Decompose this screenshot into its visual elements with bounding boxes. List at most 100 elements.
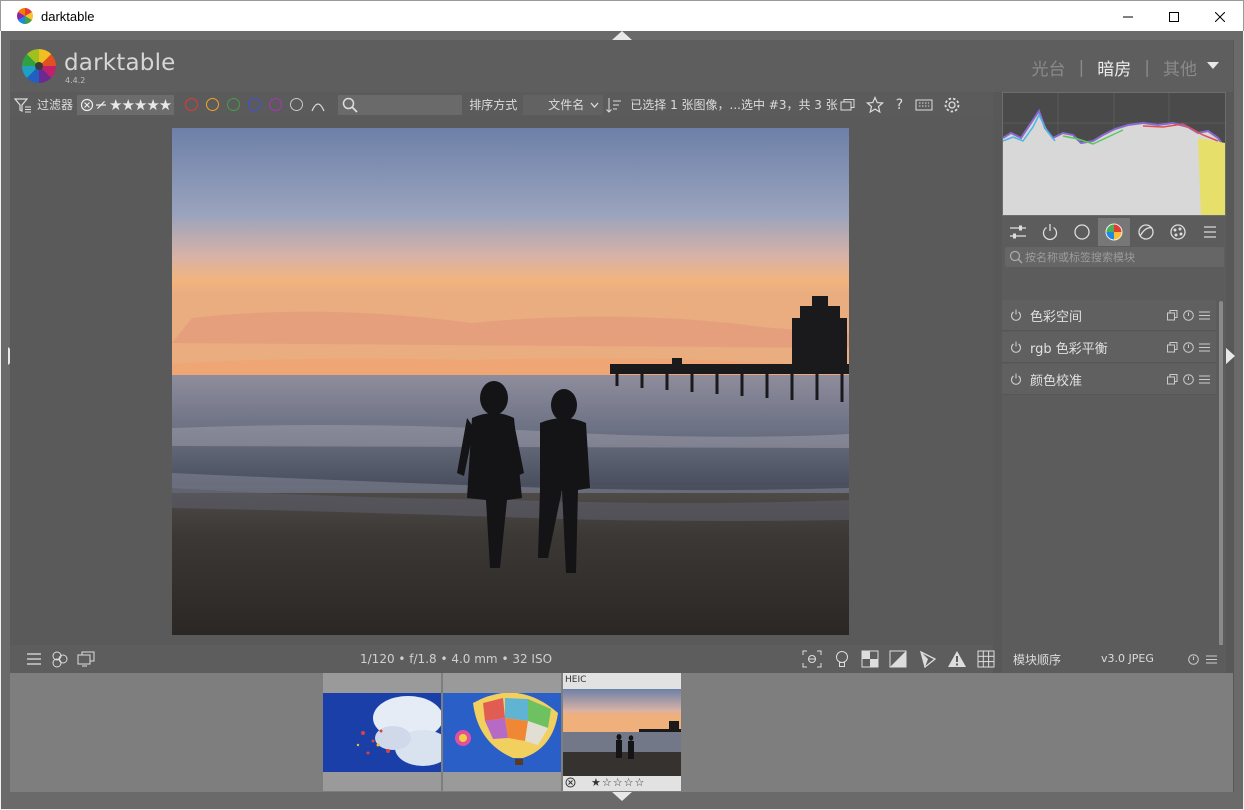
- left-panel-collapse-strip[interactable]: [1, 40, 10, 792]
- reset-icon[interactable]: [1183, 373, 1194, 385]
- color-operator-icon[interactable]: [310, 98, 326, 112]
- center-bottom-toolbar: 1/120 • f/1.8 • 4.0 mm • 32 ISO: [10, 645, 995, 673]
- help-icon[interactable]: ?: [896, 97, 903, 113]
- expand-right-arrow-icon[interactable]: [1225, 347, 1235, 365]
- minimize-button[interactable]: [1105, 1, 1151, 32]
- color-label-red[interactable]: [185, 98, 199, 111]
- color-label-gray[interactable]: [290, 98, 304, 111]
- tab-menu[interactable]: [1194, 218, 1226, 246]
- color-wheel-icon: [1105, 223, 1123, 241]
- right-panel-scrollbar[interactable]: [1219, 301, 1223, 669]
- reset-icon[interactable]: [1183, 341, 1194, 353]
- module-order-bar: 模块顺序 v3.0 JPEG: [1002, 645, 1226, 673]
- color-label-purple[interactable]: [269, 98, 283, 111]
- right-panel-collapse-strip[interactable]: [1234, 40, 1243, 792]
- darkroom-center-view[interactable]: [10, 117, 993, 645]
- tab-base[interactable]: [1066, 218, 1098, 246]
- sliders-icon: [1010, 225, 1026, 239]
- presets-icon[interactable]: [1199, 310, 1210, 321]
- tab-color[interactable]: [1098, 218, 1130, 246]
- module-channelmixerrgb[interactable]: 颜色校准: [1002, 364, 1216, 395]
- presets-icon[interactable]: [1199, 374, 1210, 385]
- rating-filter[interactable]: ★★★★★: [77, 94, 175, 115]
- clipping-indicator-icon[interactable]: [889, 650, 907, 668]
- reset-icon[interactable]: [1183, 309, 1194, 321]
- gear-icon[interactable]: [943, 96, 961, 114]
- filter-control[interactable]: 过滤器: [14, 96, 73, 113]
- multi-instance-icon[interactable]: [1167, 341, 1178, 353]
- maximize-button[interactable]: [1151, 1, 1197, 32]
- view-lighttable[interactable]: 光台: [1032, 55, 1066, 80]
- tab-active-modules[interactable]: [1034, 218, 1066, 246]
- window-title: darktable: [41, 8, 95, 24]
- softproof-icon[interactable]: [919, 650, 937, 668]
- multi-instance-icon[interactable]: [1167, 373, 1178, 385]
- presets-icon[interactable]: [1206, 654, 1217, 665]
- power-icon[interactable]: [1010, 373, 1022, 385]
- gamut-check-icon[interactable]: [947, 650, 967, 668]
- sort-select[interactable]: 文件名: [523, 94, 604, 115]
- thumb-stars[interactable]: ★☆☆☆☆: [591, 776, 645, 789]
- styles-icon[interactable]: [51, 650, 69, 668]
- quick-access-menu-icon[interactable]: [26, 651, 42, 667]
- view-menu-dropdown-icon[interactable]: [1207, 62, 1219, 69]
- presets-icon[interactable]: [1199, 342, 1210, 353]
- reject-icon: [80, 98, 94, 111]
- module-label: 颜色校准: [1030, 373, 1083, 389]
- collection-search-input[interactable]: [338, 94, 463, 115]
- chevron-down-icon: [590, 102, 599, 108]
- tab-quick-access[interactable]: [1002, 218, 1034, 246]
- iso-lightbulb-icon[interactable]: [834, 650, 850, 668]
- power-icon[interactable]: [1010, 341, 1022, 353]
- focus-peaking-icon[interactable]: [802, 650, 822, 668]
- raw-overexposed-icon[interactable]: [861, 650, 879, 668]
- keyboard-icon[interactable]: [915, 99, 933, 111]
- collapse-top-arrow-icon[interactable]: [612, 31, 632, 40]
- color-label-blue[interactable]: [248, 98, 262, 111]
- filmstrip-thumb[interactable]: [443, 673, 561, 791]
- reject-icon[interactable]: [565, 777, 576, 788]
- color-label-yellow[interactable]: [206, 98, 220, 111]
- module-label: 色彩空间: [1030, 309, 1083, 325]
- guides-icon[interactable]: [977, 650, 995, 668]
- reset-icon[interactable]: [1188, 654, 1199, 665]
- beach-sunset-thumb-image: [563, 689, 681, 776]
- module-colorbalancergb[interactable]: rgb 色彩平衡: [1002, 332, 1216, 363]
- module-colorin[interactable]: 色彩空间: [1002, 300, 1216, 331]
- multi-instance-icon[interactable]: [1167, 309, 1178, 321]
- maximize-icon: [1169, 11, 1179, 22]
- tab-correct[interactable]: [1130, 218, 1162, 246]
- power-icon[interactable]: [1010, 309, 1022, 321]
- module-order-label: 模块顺序: [1013, 653, 1062, 667]
- selection-info: 已选择 1 张图像，...选中 #3，共 3 张: [630, 98, 838, 112]
- module-search-input[interactable]: 按名称或标签搜索模块: [1005, 247, 1224, 267]
- main-photo: [172, 128, 849, 635]
- thumb-image-balloons-clouds: [323, 693, 441, 772]
- color-label-green[interactable]: [227, 98, 241, 111]
- filmstrip-thumb[interactable]: [323, 673, 441, 791]
- second-window-icon[interactable]: [77, 650, 95, 668]
- filmstrip-thumb-selected[interactable]: HEIC ★☆☆☆☆: [563, 673, 681, 791]
- view-separator: |: [1078, 57, 1085, 78]
- star-overlay-icon[interactable]: [865, 95, 884, 114]
- tab-effect[interactable]: [1162, 218, 1194, 246]
- module-order-value[interactable]: v3.0 JPEG: [1101, 652, 1154, 665]
- sort-order-icon[interactable]: [606, 97, 622, 113]
- view-darkroom[interactable]: 暗房: [1097, 55, 1131, 80]
- view-other[interactable]: 其他: [1163, 55, 1197, 80]
- minimize-icon: [1123, 16, 1133, 17]
- module-search-placeholder: 按名称或标签搜索模块: [1025, 251, 1135, 264]
- thumb-image-beach-sunset: [563, 689, 681, 776]
- grouping-icon[interactable]: [840, 98, 856, 112]
- close-icon: [1215, 11, 1225, 22]
- histogram[interactable]: [1002, 92, 1226, 216]
- search-icon: [343, 97, 358, 113]
- hot-air-balloon-image: [443, 693, 561, 772]
- close-button[interactable]: [1197, 1, 1243, 32]
- darktable-app-icon: [17, 8, 33, 24]
- histogram-graph: [1002, 93, 1226, 215]
- sort-value: 文件名: [548, 98, 585, 112]
- collapse-bottom-arrow-icon[interactable]: [612, 792, 632, 801]
- power-icon: [1042, 224, 1058, 241]
- logo-center: [35, 62, 43, 70]
